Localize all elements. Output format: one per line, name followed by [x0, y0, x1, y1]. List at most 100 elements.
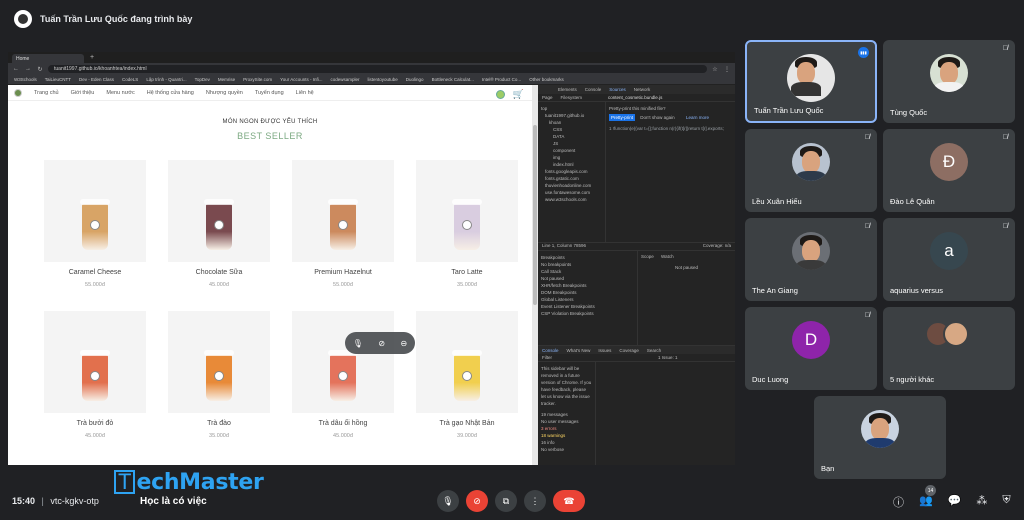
devtools-tab[interactable]: Console	[585, 87, 602, 92]
console-filter-item[interactable]: 3 errors	[541, 425, 592, 432]
file-tree-item[interactable]: tuanit1997.github.io	[541, 112, 602, 119]
participant-tile[interactable]: 🎙̸ The An Giang	[745, 218, 877, 301]
console-tab[interactable]: Search	[647, 348, 661, 353]
console-tab[interactable]: Coverage	[619, 348, 639, 353]
file-tree-item[interactable]: use.fontawesome.com	[541, 189, 602, 196]
file-tree-item[interactable]: component	[541, 147, 602, 154]
console-issues[interactable]: 1 Issue: 1	[658, 355, 678, 360]
console-filter-item[interactable]: No verbose	[541, 446, 592, 453]
file-tree-item[interactable]: khoan	[541, 119, 602, 126]
console-filter[interactable]: Filter	[542, 355, 552, 360]
info-icon[interactable]: ⓘ	[893, 494, 904, 510]
product-image[interactable]	[44, 311, 146, 413]
file-tree-item[interactable]: fonts.googleapis.com	[541, 168, 602, 175]
product-card[interactable]: Taro Latte 35.000đ	[416, 160, 518, 303]
site-nav-link[interactable]: Tuyển dụng	[255, 90, 284, 96]
people-icon[interactable]: 👥 14	[919, 485, 936, 510]
reload-icon[interactable]: ↻	[36, 66, 44, 73]
file-tree-item[interactable]: www.w3schools.com	[541, 196, 602, 203]
bookmark-item[interactable]: CodeLS	[122, 77, 138, 82]
pretty-print-button[interactable]: Pretty-print	[609, 114, 636, 121]
product-image[interactable]	[292, 311, 394, 413]
bookmark-item[interactable]: ProxySite.com	[243, 77, 272, 82]
camera-button[interactable]: ⊘	[466, 490, 488, 512]
mic-button[interactable]: 🎙	[437, 490, 459, 512]
file-tab[interactable]: content_cosmetic.bundle.js	[608, 95, 662, 100]
console-filter-item[interactable]: 19 messages	[541, 411, 592, 418]
address-bar[interactable]: tuanit1997.github.io/khoanhtea/index.htm…	[48, 65, 707, 73]
bookmark-item[interactable]: Your Accounts - Infi...	[280, 77, 322, 82]
breakpoint-section[interactable]: XHR/fetch Breakpoints	[541, 282, 634, 289]
browser-tab[interactable]: Home	[12, 54, 84, 63]
product-card[interactable]: Trà đào 35.000đ	[168, 311, 270, 454]
cart-icon[interactable]: 🛒	[513, 89, 524, 100]
file-tree-item[interactable]: CSS	[541, 126, 602, 133]
meeting-code[interactable]: vtc-kgkv-otp	[50, 496, 99, 506]
star-icon[interactable]: ☆	[711, 66, 719, 73]
product-image[interactable]	[292, 160, 394, 262]
participant-tile[interactable]: Đ 🎙̸ Đào Lê Quân	[883, 129, 1015, 212]
bookmark-item[interactable]: Intel® Product Co...	[482, 77, 521, 82]
bookmark-item[interactable]: Duolingo	[406, 77, 424, 82]
breakpoint-section[interactable]: No breakpoints	[541, 261, 634, 268]
devtools-tab[interactable]: Sources	[609, 87, 626, 92]
participant-tile[interactable]: Bạn	[814, 396, 946, 479]
product-card[interactable]: Trà gạo Nhật Bản 39.000đ	[416, 311, 518, 454]
breakpoint-section[interactable]: CSP Violation Breakpoints	[541, 310, 634, 317]
participant-tile[interactable]: ▮▮▮ Tuấn Trần Lưu Quốc	[745, 40, 877, 123]
console-filter-item[interactable]: 16 info	[541, 439, 592, 446]
minus-icon[interactable]: ⊖	[401, 339, 408, 348]
bookmark-item[interactable]: Bottleneck Calculat...	[432, 77, 474, 82]
file-tree-item[interactable]: index.html	[541, 161, 602, 168]
bookmark-item[interactable]: W3Schools	[14, 77, 37, 82]
bookmark-item[interactable]: Other bookmarks	[529, 77, 564, 82]
chat-icon[interactable]: 💬	[948, 494, 962, 510]
breakpoint-section[interactable]: Breakpoints	[541, 254, 634, 261]
devtools-tab[interactable]: Elements	[558, 87, 577, 92]
breakpoint-section[interactable]: Call Stack	[541, 268, 634, 275]
site-nav-link[interactable]: Trang chủ	[34, 90, 59, 96]
file-tree-item[interactable]: fonts.gstatic.com	[541, 175, 602, 182]
product-image[interactable]	[168, 311, 270, 413]
file-tree-item[interactable]: img	[541, 154, 602, 161]
user-icon[interactable]	[495, 90, 505, 99]
site-nav-link[interactable]: Giới thiệu	[71, 90, 95, 96]
subtab-page[interactable]: Page	[542, 95, 553, 100]
bookmark-item[interactable]: codewsampler	[331, 77, 360, 82]
learn-more-link[interactable]: Learn more	[686, 115, 709, 120]
console-tab[interactable]: Issues	[598, 348, 611, 353]
file-tree-item[interactable]: thuvienhoadonline.com	[541, 182, 602, 189]
site-nav-link[interactable]: Hệ thống cửa hàng	[147, 90, 194, 96]
devtools-tab[interactable]: Network	[634, 87, 651, 92]
new-tab-icon[interactable]: +	[90, 54, 94, 61]
bookmark-item[interactable]: TopDev	[195, 77, 210, 82]
product-card[interactable]: Trà bưởi đỏ 45.000đ	[44, 311, 146, 454]
breakpoint-section[interactable]: Not paused	[541, 275, 634, 282]
product-card[interactable]: Chocolate Sữa 45.000đ	[168, 160, 270, 303]
product-card[interactable]: Caramel Cheese 55.000đ	[44, 160, 146, 303]
file-tree-item[interactable]: DATA	[541, 133, 602, 140]
breakpoint-section[interactable]: Event Listener Breakpoints	[541, 303, 634, 310]
dont-show-button[interactable]: Don't show again	[640, 115, 674, 120]
site-logo[interactable]	[14, 88, 22, 97]
product-card[interactable]: Premium Hazelnut 55.000đ	[292, 160, 394, 303]
site-nav-link[interactable]: Menu nước	[106, 90, 134, 96]
participant-tile[interactable]: 🎙̸ Lều Xuân Hiếu	[745, 129, 877, 212]
product-image[interactable]	[416, 311, 518, 413]
site-nav-link[interactable]: Nhượng quyền	[206, 90, 243, 96]
site-nav-link[interactable]: Liên hệ	[296, 90, 314, 96]
host-controls-icon[interactable]: ⛨	[1002, 494, 1010, 510]
console-tab[interactable]: Console	[542, 348, 559, 353]
activities-icon[interactable]: ⁂	[976, 494, 987, 510]
bookmark-item[interactable]: TaiLieuCNTT	[45, 77, 71, 82]
file-tree-item[interactable]: JS	[541, 140, 602, 147]
product-image[interactable]	[168, 160, 270, 262]
present-button[interactable]: ⧉	[495, 490, 517, 512]
participant-tile[interactable]: 🎙̸ Tùng Quốc	[883, 40, 1015, 123]
console-filter-item[interactable]: 18 warnings	[541, 432, 592, 439]
forward-icon[interactable]: →	[24, 66, 32, 72]
breakpoint-section[interactable]: Global Listeners	[541, 296, 634, 303]
leave-call-button[interactable]: ☎	[553, 490, 585, 512]
bookmark-item[interactable]: Dev - Eden Class	[79, 77, 114, 82]
product-image[interactable]	[416, 160, 518, 262]
